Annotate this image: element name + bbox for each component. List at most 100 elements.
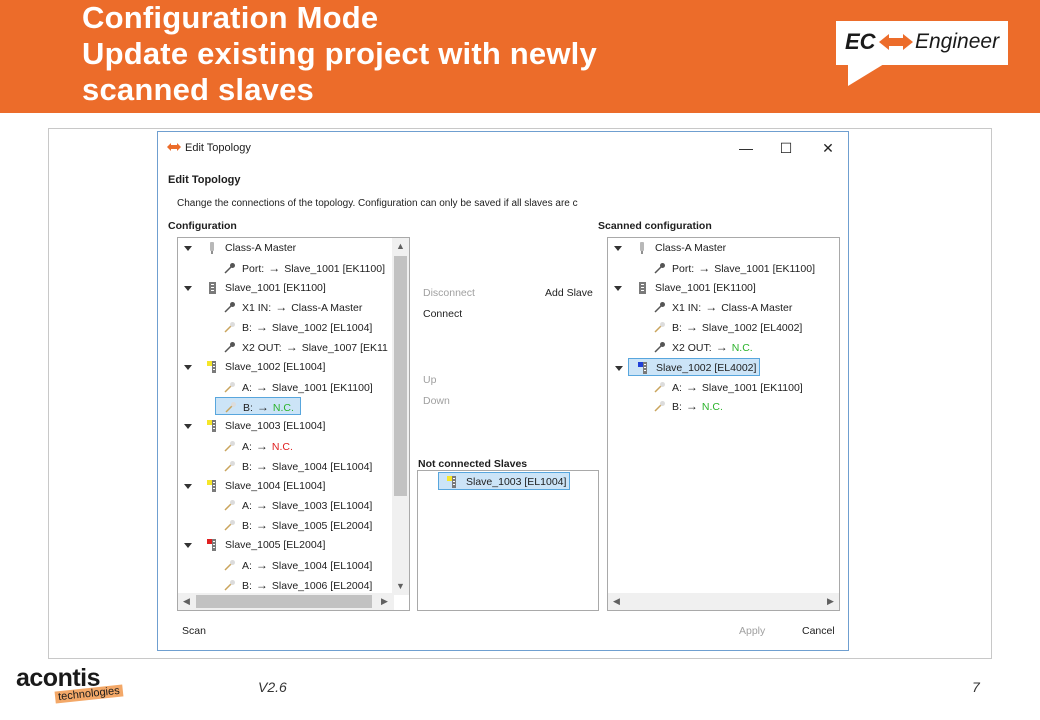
expand-caret-icon[interactable] <box>184 483 192 489</box>
slave-gray-icon <box>209 281 216 294</box>
tree-port-label: Port: → Slave_1001 [EK1100] <box>672 259 815 278</box>
tree-node[interactable]: Slave_1003 [EL1004] <box>184 417 392 435</box>
scanned-configuration-tree[interactable]: Class-A Master Port: → Slave_1001 [EK1100] S… <box>607 237 840 611</box>
apply-button[interactable]: Apply <box>739 625 765 637</box>
port-target: Slave_1002 [EL4002] <box>701 322 803 335</box>
tree-port-row[interactable]: X1 IN: → Class-A Master <box>645 298 838 316</box>
expand-caret-icon[interactable] <box>184 424 192 430</box>
disconnect-button[interactable]: Disconnect <box>423 287 475 299</box>
tree-node[interactable]: Slave_1001 [EK1100] <box>184 279 392 297</box>
tree-port-row[interactable]: B: → Slave_1004 [EL1004] <box>215 457 392 475</box>
expand-caret-icon[interactable] <box>184 543 192 548</box>
scroll-up-icon[interactable]: ▲ <box>392 238 409 255</box>
tree-port-row[interactable]: Port: → Slave_1001 [EK1100] <box>215 259 392 277</box>
scanned-horizontal-scrollbar[interactable]: ◀ ▶ <box>608 593 839 610</box>
not-connected-slave-item[interactable]: Slave_1003 [EL1004] <box>438 472 570 490</box>
tree-port-label: B: → N.C. <box>243 398 294 417</box>
tree-node[interactable]: Class-A Master <box>184 239 392 257</box>
scrollbar-thumb[interactable] <box>394 256 407 496</box>
tree-port-row[interactable]: Port: → Slave_1001 [EK1100] <box>645 259 838 277</box>
expand-caret-icon[interactable] <box>184 364 192 370</box>
tree-port-row[interactable]: A: → N.C. <box>215 437 392 455</box>
tree-port-row[interactable]: A: → Slave_1001 [EK1100] <box>645 378 838 396</box>
tree-port-row[interactable]: B: → Slave_1002 [EL4002] <box>645 318 838 336</box>
down-button[interactable]: Down <box>423 395 450 407</box>
port-target: Slave_1001 [EK1100] <box>701 381 803 394</box>
expand-caret-icon[interactable] <box>614 285 622 291</box>
port-name: B: <box>242 579 252 592</box>
arrow-right-icon: → <box>255 518 268 533</box>
tree-node-label: Slave_1001 [EK1100] <box>225 281 326 294</box>
expand-caret-icon[interactable] <box>184 285 192 291</box>
tree-port-row[interactable]: B: → N.C. <box>645 397 838 415</box>
arrow-right-icon: → <box>255 320 268 335</box>
configuration-horizontal-scrollbar[interactable]: ◀ ▶ <box>178 593 394 610</box>
tree-port-label: Port: → Slave_1001 [EK1100] <box>242 259 385 278</box>
tree-port-row[interactable]: X1 IN: → Class-A Master <box>215 298 392 316</box>
tree-port-row[interactable]: B: → Slave_1002 [EL1004] <box>215 318 392 336</box>
slave-red-icon <box>207 539 216 551</box>
port-target: N.C. <box>271 441 293 453</box>
scroll-down-icon[interactable]: ▼ <box>392 578 409 595</box>
tree-node[interactable]: Slave_1005 [EL2004] <box>184 536 392 554</box>
tree-node[interactable]: Slave_1002 [EL4002] <box>615 357 760 376</box>
port-target: Slave_1001 [EK1100] <box>284 262 385 275</box>
scroll-left-icon[interactable]: ◀ <box>608 593 625 610</box>
tree-port-row[interactable]: A: → Slave_1003 [EL1004] <box>215 496 392 514</box>
slide-title: Configuration Mode Update existing proje… <box>82 0 597 108</box>
dialog-titlebar[interactable]: Edit Topology — ☐ ✕ <box>158 132 848 164</box>
arrow-right-icon: → <box>275 300 288 315</box>
tree-node[interactable]: Slave_1002 [EL1004] <box>184 358 392 376</box>
tree-port-row[interactable]: X2 OUT: → N.C. <box>645 338 838 356</box>
port-open-icon <box>224 322 235 333</box>
port-connected-icon <box>654 342 665 353</box>
expand-caret-icon[interactable] <box>614 246 622 251</box>
port-name: A: <box>242 441 252 453</box>
slave-blue-icon <box>638 361 647 374</box>
slave-yellow-icon <box>207 479 216 492</box>
cancel-button[interactable]: Cancel <box>802 625 835 637</box>
tree-port-row[interactable]: X2 OUT: → Slave_1007 [EK11 <box>215 338 392 356</box>
scan-button[interactable]: Scan <box>182 625 206 637</box>
connect-button[interactable]: Connect <box>423 308 462 320</box>
slave-yellow-icon <box>207 360 216 373</box>
tree-node[interactable]: Class-A Master <box>614 239 838 257</box>
up-button[interactable]: Up <box>423 374 436 386</box>
port-connected-icon <box>224 302 235 313</box>
tree-port-row[interactable]: B: → N.C. <box>215 397 301 417</box>
tree-port-row[interactable]: A: → Slave_1004 [EL1004] <box>215 556 392 574</box>
port-name: A: <box>242 381 252 394</box>
not-connected-slaves-list[interactable]: Slave_1003 [EL1004] <box>417 470 599 611</box>
minimize-button[interactable]: — <box>734 138 758 158</box>
port-target: Slave_1001 [EK1100] <box>714 262 815 275</box>
tree-port-row[interactable]: A: → Slave_1001 [EK1100] <box>215 378 392 396</box>
port-open-icon <box>654 322 665 333</box>
close-button[interactable]: ✕ <box>816 138 840 158</box>
configuration-vertical-scrollbar[interactable]: ▲ ▼ <box>392 238 409 595</box>
tree-port-label: B: → Slave_1005 [EL2004] <box>242 516 372 535</box>
scroll-left-icon[interactable]: ◀ <box>178 593 195 610</box>
maximize-button[interactable]: ☐ <box>774 138 798 158</box>
logo-engineer-text: Engineer <box>915 30 1000 53</box>
expand-caret-icon[interactable] <box>615 365 623 371</box>
port-name: B: <box>242 322 252 335</box>
expand-caret-icon[interactable] <box>184 246 192 251</box>
port-target: Slave_1004 [EL1004] <box>271 559 373 572</box>
tree-node[interactable]: Slave_1001 [EK1100] <box>614 279 838 297</box>
tree-node[interactable]: Slave_1004 [EL1004] <box>184 477 392 495</box>
tree-node-label: Class-A Master <box>655 242 727 254</box>
slave-yellow-icon <box>447 476 456 488</box>
logo-ec-text: EC <box>845 29 876 54</box>
tree-port-label: A: → Slave_1001 [EK1100] <box>672 378 803 397</box>
logo-double-arrow-icon <box>879 34 913 50</box>
scroll-right-icon[interactable]: ▶ <box>376 593 393 610</box>
scroll-right-icon[interactable]: ▶ <box>822 593 839 610</box>
add-slave-button[interactable]: Add Slave <box>545 287 593 299</box>
configuration-tree[interactable]: Class-A Master Port: → Slave_1001 [EK1100] S… <box>177 237 410 611</box>
tree-port-row[interactable]: B: → Slave_1005 [EL2004] <box>215 516 392 534</box>
tree-port-row[interactable]: B: → Slave_1006 [EL2004] <box>215 576 392 594</box>
port-open-icon <box>224 460 235 472</box>
scrollbar-thumb[interactable] <box>196 595 372 608</box>
port-name: X2 OUT: <box>242 342 282 354</box>
arrow-right-icon: → <box>685 379 698 394</box>
